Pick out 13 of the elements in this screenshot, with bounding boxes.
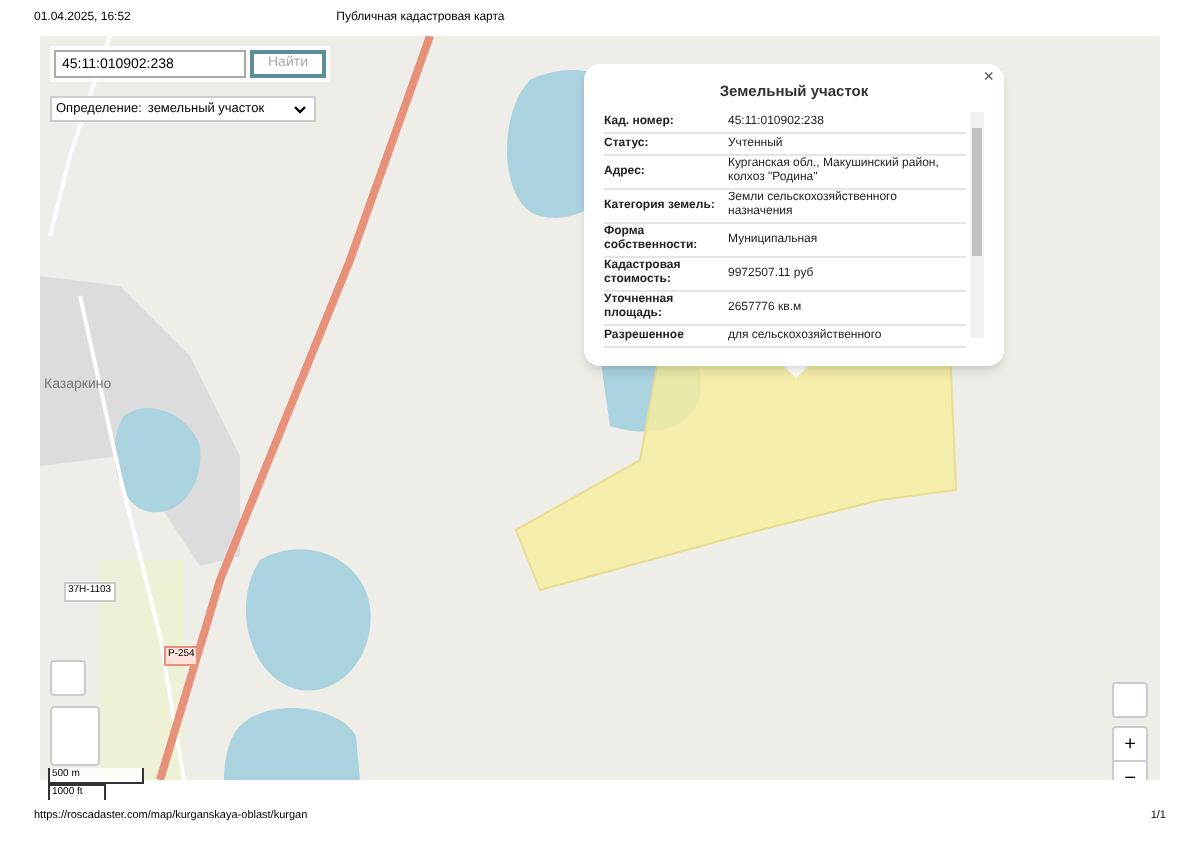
lake bbox=[224, 707, 360, 780]
popup-pointer bbox=[784, 366, 808, 378]
zoom-in-button[interactable]: + bbox=[1114, 728, 1146, 762]
map-control-button[interactable] bbox=[50, 660, 86, 696]
lake bbox=[245, 549, 371, 691]
close-button[interactable]: × bbox=[983, 68, 994, 86]
map-control-button[interactable] bbox=[50, 706, 100, 766]
chevron-icon bbox=[294, 105, 306, 113]
scrollbar[interactable] bbox=[970, 112, 984, 339]
map-control-button[interactable] bbox=[1112, 682, 1148, 718]
lake bbox=[114, 408, 201, 513]
zoom-out-button[interactable]: − bbox=[1114, 762, 1146, 780]
map-canvas[interactable] bbox=[40, 36, 1160, 780]
